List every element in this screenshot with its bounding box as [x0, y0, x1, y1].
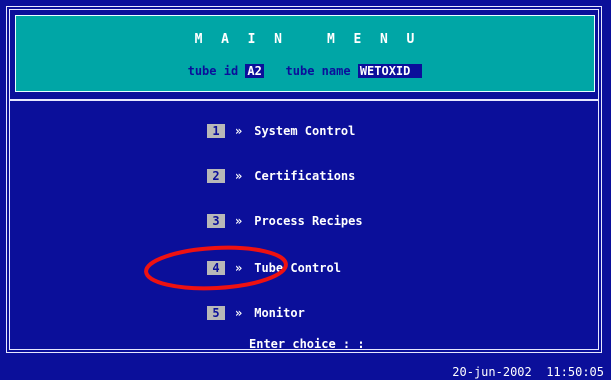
menu-item-label: Tube Control [254, 261, 341, 275]
menu-item-monitor[interactable]: 5 » Monitor [207, 305, 305, 321]
menu-key-5: 5 [207, 306, 225, 320]
status-date: 20-jun-2002 [452, 365, 532, 379]
header-divider [10, 99, 598, 101]
main-menu-header: M A I N M E N U tube id A2 tube name WET… [15, 15, 595, 92]
menu-key-4: 4 [207, 261, 225, 275]
status-bar: 20-jun-2002 11:50:05 [452, 365, 604, 379]
tube-id-value: A2 [245, 64, 264, 78]
menu-arrow: » [235, 214, 243, 228]
menu-item-system-control[interactable]: 1 » System Control [207, 123, 355, 139]
menu-item-label: Certifications [254, 169, 356, 183]
tube-info-line: tube id A2 tube name WETOXID [16, 64, 594, 78]
menu-item-label: Monitor [254, 306, 305, 320]
menu-item-label: System Control [254, 124, 356, 138]
status-time: 11:50:05 [546, 365, 604, 379]
page-title: M A I N M E N U [194, 32, 416, 47]
menu-arrow: » [235, 306, 243, 320]
menu-item-label: Process Recipes [254, 214, 363, 228]
menu-arrow: » [235, 124, 243, 138]
choice-prompt[interactable]: Enter choice : : [249, 337, 365, 351]
menu-key-1: 1 [207, 124, 225, 138]
menu-key-2: 2 [207, 169, 225, 183]
menu-arrow: » [235, 261, 243, 275]
terminal-screen: M A I N M E N U tube id A2 tube name WET… [0, 0, 611, 380]
tube-name-label: tube name [285, 64, 351, 78]
menu-key-3: 3 [207, 214, 225, 228]
menu-arrow: » [235, 169, 243, 183]
tube-name-value: WETOXID [357, 64, 423, 78]
tube-id-label: tube id [187, 64, 239, 78]
menu-item-certifications[interactable]: 2 » Certifications [207, 168, 355, 184]
menu-item-tube-control[interactable]: 4 » Tube Control [207, 260, 341, 276]
menu-item-process-recipes[interactable]: 3 » Process Recipes [207, 213, 363, 229]
